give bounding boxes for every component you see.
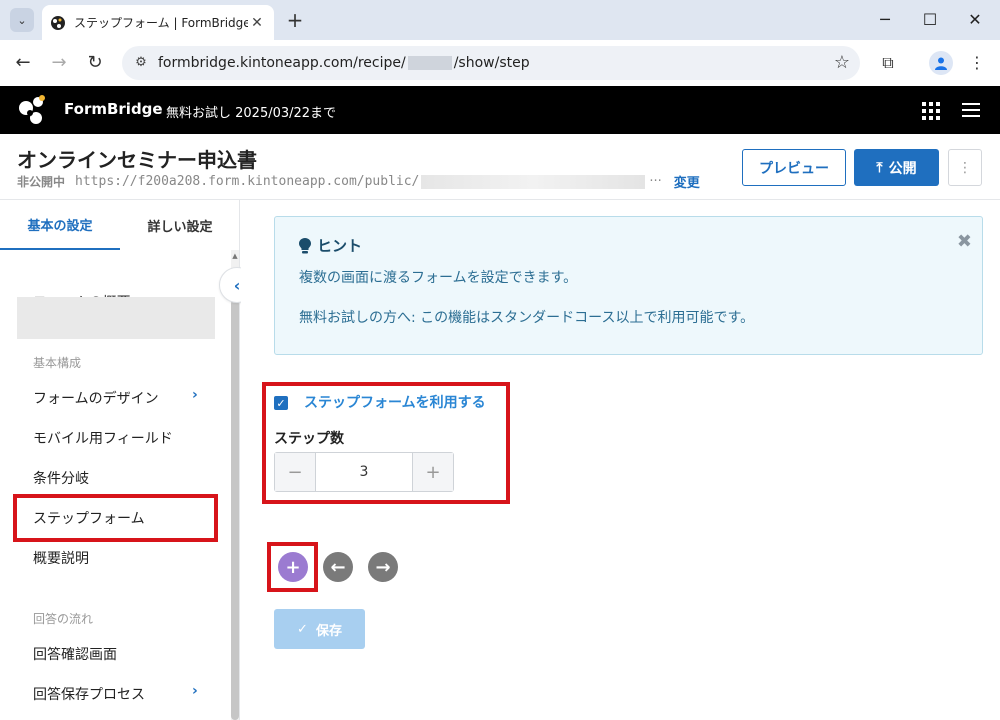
apps-grid-icon[interactable] (922, 102, 940, 120)
hint-title: ヒント (317, 237, 363, 255)
upload-icon: ⤒ (876, 159, 883, 176)
preview-button[interactable]: プレビュー (742, 149, 846, 186)
next-step-button[interactable]: → (368, 552, 398, 582)
url-redacted (407, 56, 452, 70)
close-tab-icon[interactable]: ✕ (248, 15, 266, 31)
arrow-right-circle-icon: → (375, 556, 391, 578)
sidebar-item-save-process[interactable]: 回答保存プロセス (33, 684, 145, 704)
formbridge-favicon-icon (51, 15, 65, 30)
url-input[interactable]: ⚙ formbridge.kintoneapp.com/recipe/ /show… (122, 46, 860, 80)
scroll-up-icon[interactable]: ▲ (231, 252, 239, 260)
tab-title: ステップフォーム | FormBridge (74, 16, 248, 30)
maximize-icon[interactable]: ☐ (915, 8, 945, 32)
plus-circle-icon: + (285, 556, 301, 578)
sidebar-scrollbar-thumb[interactable] (231, 300, 239, 720)
bookmark-star-icon[interactable]: ☆ (834, 52, 850, 73)
enable-step-form-checkbox[interactable]: ✓ (274, 396, 288, 410)
tab-list-chevron-icon[interactable]: ⌄ (10, 8, 34, 32)
add-step-button[interactable]: + (278, 552, 308, 582)
extensions-icon[interactable]: ⧉ (875, 50, 901, 76)
url-redacted (421, 174, 646, 189)
sidebar-section-basic: 基本構成 (33, 356, 82, 370)
sidebar-item-design[interactable]: フォームのデザイン (33, 388, 159, 408)
chevron-right-icon[interactable]: › (192, 387, 198, 403)
change-url-link[interactable]: 変更 (674, 172, 700, 191)
app-header: FormBridge 無料お試し 2025/03/22まで (0, 86, 1000, 134)
browser-menu-icon[interactable]: ⋮ (964, 50, 990, 76)
hint-panel: ヒント ✖ 複数の画面に渡るフォームを設定できます。 無料お試しの方へ: この機… (274, 216, 983, 355)
increment-button[interactable]: + (413, 453, 453, 491)
more-options-button[interactable]: ⋮ (948, 149, 982, 186)
lightbulb-icon (299, 237, 311, 253)
hint-text: 複数の画面に渡るフォームを設定できます。 (299, 270, 578, 286)
reload-icon[interactable]: ↻ (82, 50, 108, 76)
browser-address-bar: ← → ↻ ⚙ formbridge.kintoneapp.com/recipe… (0, 40, 1000, 86)
save-button[interactable]: ✓ 保存 (274, 609, 365, 649)
sidebar-item-mobile-fields[interactable]: モバイル用フィールド (33, 428, 173, 448)
profile-avatar-icon[interactable] (929, 51, 953, 75)
sidebar-tabs: 基本の設定 詳しい設定 (0, 200, 240, 250)
trial-notice: 無料お試し 2025/03/22まで (166, 106, 337, 121)
tab-basic-settings[interactable]: 基本の設定 (0, 200, 120, 250)
arrow-left-circle-icon: ← (330, 556, 346, 578)
selected-item-highlight (17, 297, 215, 339)
forward-arrow-icon[interactable]: → (46, 50, 72, 76)
sidebar-item-description[interactable]: 概要説明 (33, 548, 89, 568)
step-count-stepper: − 3 + (274, 452, 454, 492)
sidebar-item-conditional[interactable]: 条件分岐 (33, 468, 89, 488)
url-prefix: formbridge.kintoneapp.com/recipe/ (158, 55, 406, 71)
prev-step-button[interactable]: ← (323, 552, 353, 582)
sidebar-item-confirm-screen[interactable]: 回答確認画面 (33, 644, 117, 664)
check-icon: ✓ (297, 621, 308, 637)
chevron-left-icon: ‹ (233, 275, 241, 295)
formbridge-logo-icon[interactable] (16, 94, 48, 126)
url-suffix: /show/step (453, 55, 530, 71)
new-tab-icon[interactable]: + (284, 8, 306, 32)
public-url: https://f200a208.form.kintoneapp.com/pub… (75, 174, 420, 189)
hamburger-menu-icon[interactable] (962, 103, 980, 117)
url-ellipsis: ··· (649, 174, 662, 189)
step-count-label: ステップ数 (274, 431, 344, 447)
step-count-input[interactable]: 3 (315, 453, 413, 491)
decrement-button[interactable]: − (275, 453, 315, 491)
page-title: オンラインセミナー申込書 (17, 148, 257, 172)
sidebar-section-flow: 回答の流れ (33, 612, 94, 626)
browser-tab-bar: ⌄ ステップフォーム | FormBridge ✕ + ─ ☐ ✕ (0, 0, 1000, 40)
close-hint-icon[interactable]: ✖ (957, 231, 972, 252)
brand-name: FormBridge (64, 100, 163, 118)
browser-tab[interactable]: ステップフォーム | FormBridge ✕ (42, 5, 274, 40)
hint-trial-note: 無料お試しの方へ: この機能はスタンダードコース以上で利用可能です。 (299, 310, 755, 326)
publish-button[interactable]: ⤒ 公開 (854, 149, 939, 186)
save-label: 保存 (315, 623, 342, 639)
sidebar: 基本の設定 詳しい設定 ▲ (0, 200, 240, 720)
site-settings-icon[interactable]: ⚙ (132, 54, 150, 72)
minimize-icon[interactable]: ─ (870, 8, 900, 32)
form-title-bar: オンラインセミナー申込書 非公開中 https://f200a208.form.… (0, 134, 1000, 200)
publish-label: 公開 (888, 160, 917, 177)
back-arrow-icon[interactable]: ← (10, 50, 36, 76)
highlight-box-sidebar (13, 494, 218, 542)
status-badge: 非公開中 (17, 175, 66, 189)
tab-advanced-settings[interactable]: 詳しい設定 (120, 200, 240, 250)
enable-step-form-label[interactable]: ステップフォームを利用する (304, 392, 486, 412)
chevron-right-icon[interactable]: › (192, 683, 198, 699)
window-close-icon[interactable]: ✕ (960, 8, 990, 32)
